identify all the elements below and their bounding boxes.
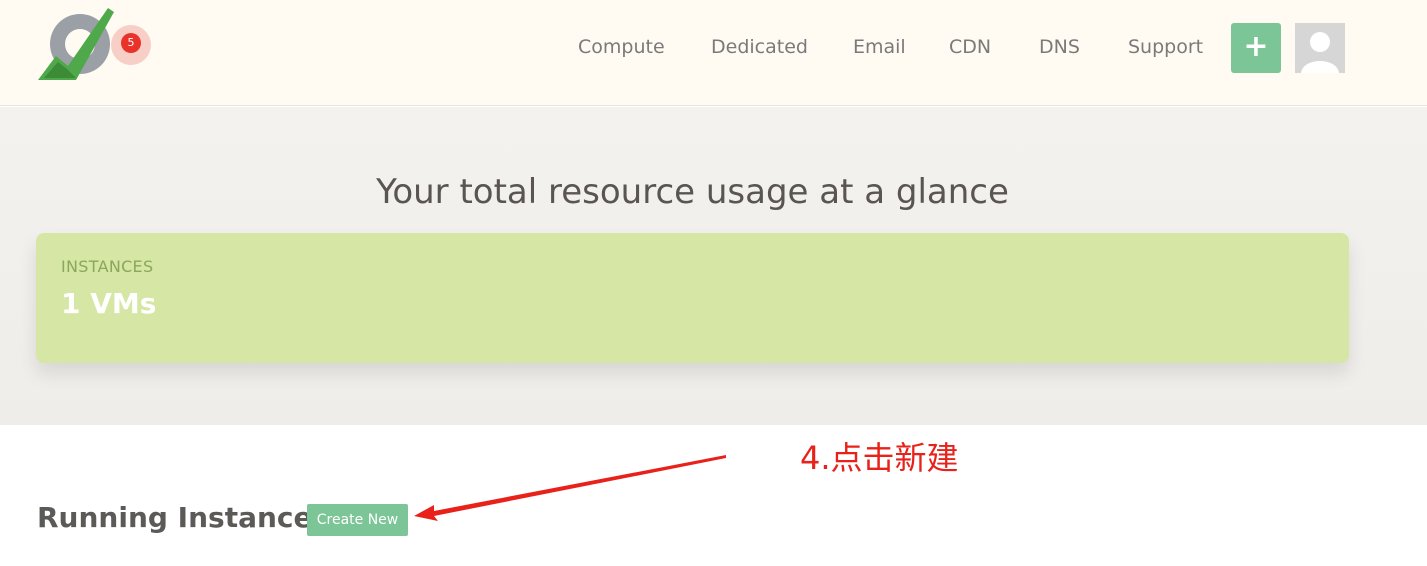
nav-cdn[interactable]: CDN	[949, 34, 991, 60]
annotation-label: 4.点击新建	[800, 439, 959, 477]
nav-compute[interactable]: Compute	[578, 34, 665, 60]
running-instances-heading: Running Instances	[37, 501, 330, 534]
top-header: 5 Compute Dedicated Email CDN DNS Suppor…	[0, 0, 1427, 106]
plus-icon: +	[1243, 29, 1269, 64]
brand-logo[interactable]	[36, 4, 116, 84]
instances-card-value: 1 VMs	[61, 287, 157, 320]
create-new-button[interactable]: Create New	[307, 504, 408, 536]
user-avatar-icon[interactable]	[1295, 23, 1345, 73]
avatar-silhouette-icon	[1301, 32, 1339, 73]
nav-dns[interactable]: DNS	[1039, 34, 1080, 60]
summary-title: Your total resource usage at a glance	[376, 172, 1009, 212]
instances-card-label: INSTANCES	[61, 257, 154, 276]
instances-card[interactable]: INSTANCES 1 VMs	[36, 233, 1349, 363]
add-button[interactable]: +	[1231, 23, 1281, 73]
nav-email[interactable]: Email	[853, 34, 906, 60]
nav-dedicated[interactable]: Dedicated	[711, 34, 808, 60]
notifications-button[interactable]: 5	[111, 25, 151, 65]
notification-count-badge: 5	[121, 33, 141, 53]
nav-support[interactable]: Support	[1128, 34, 1203, 60]
